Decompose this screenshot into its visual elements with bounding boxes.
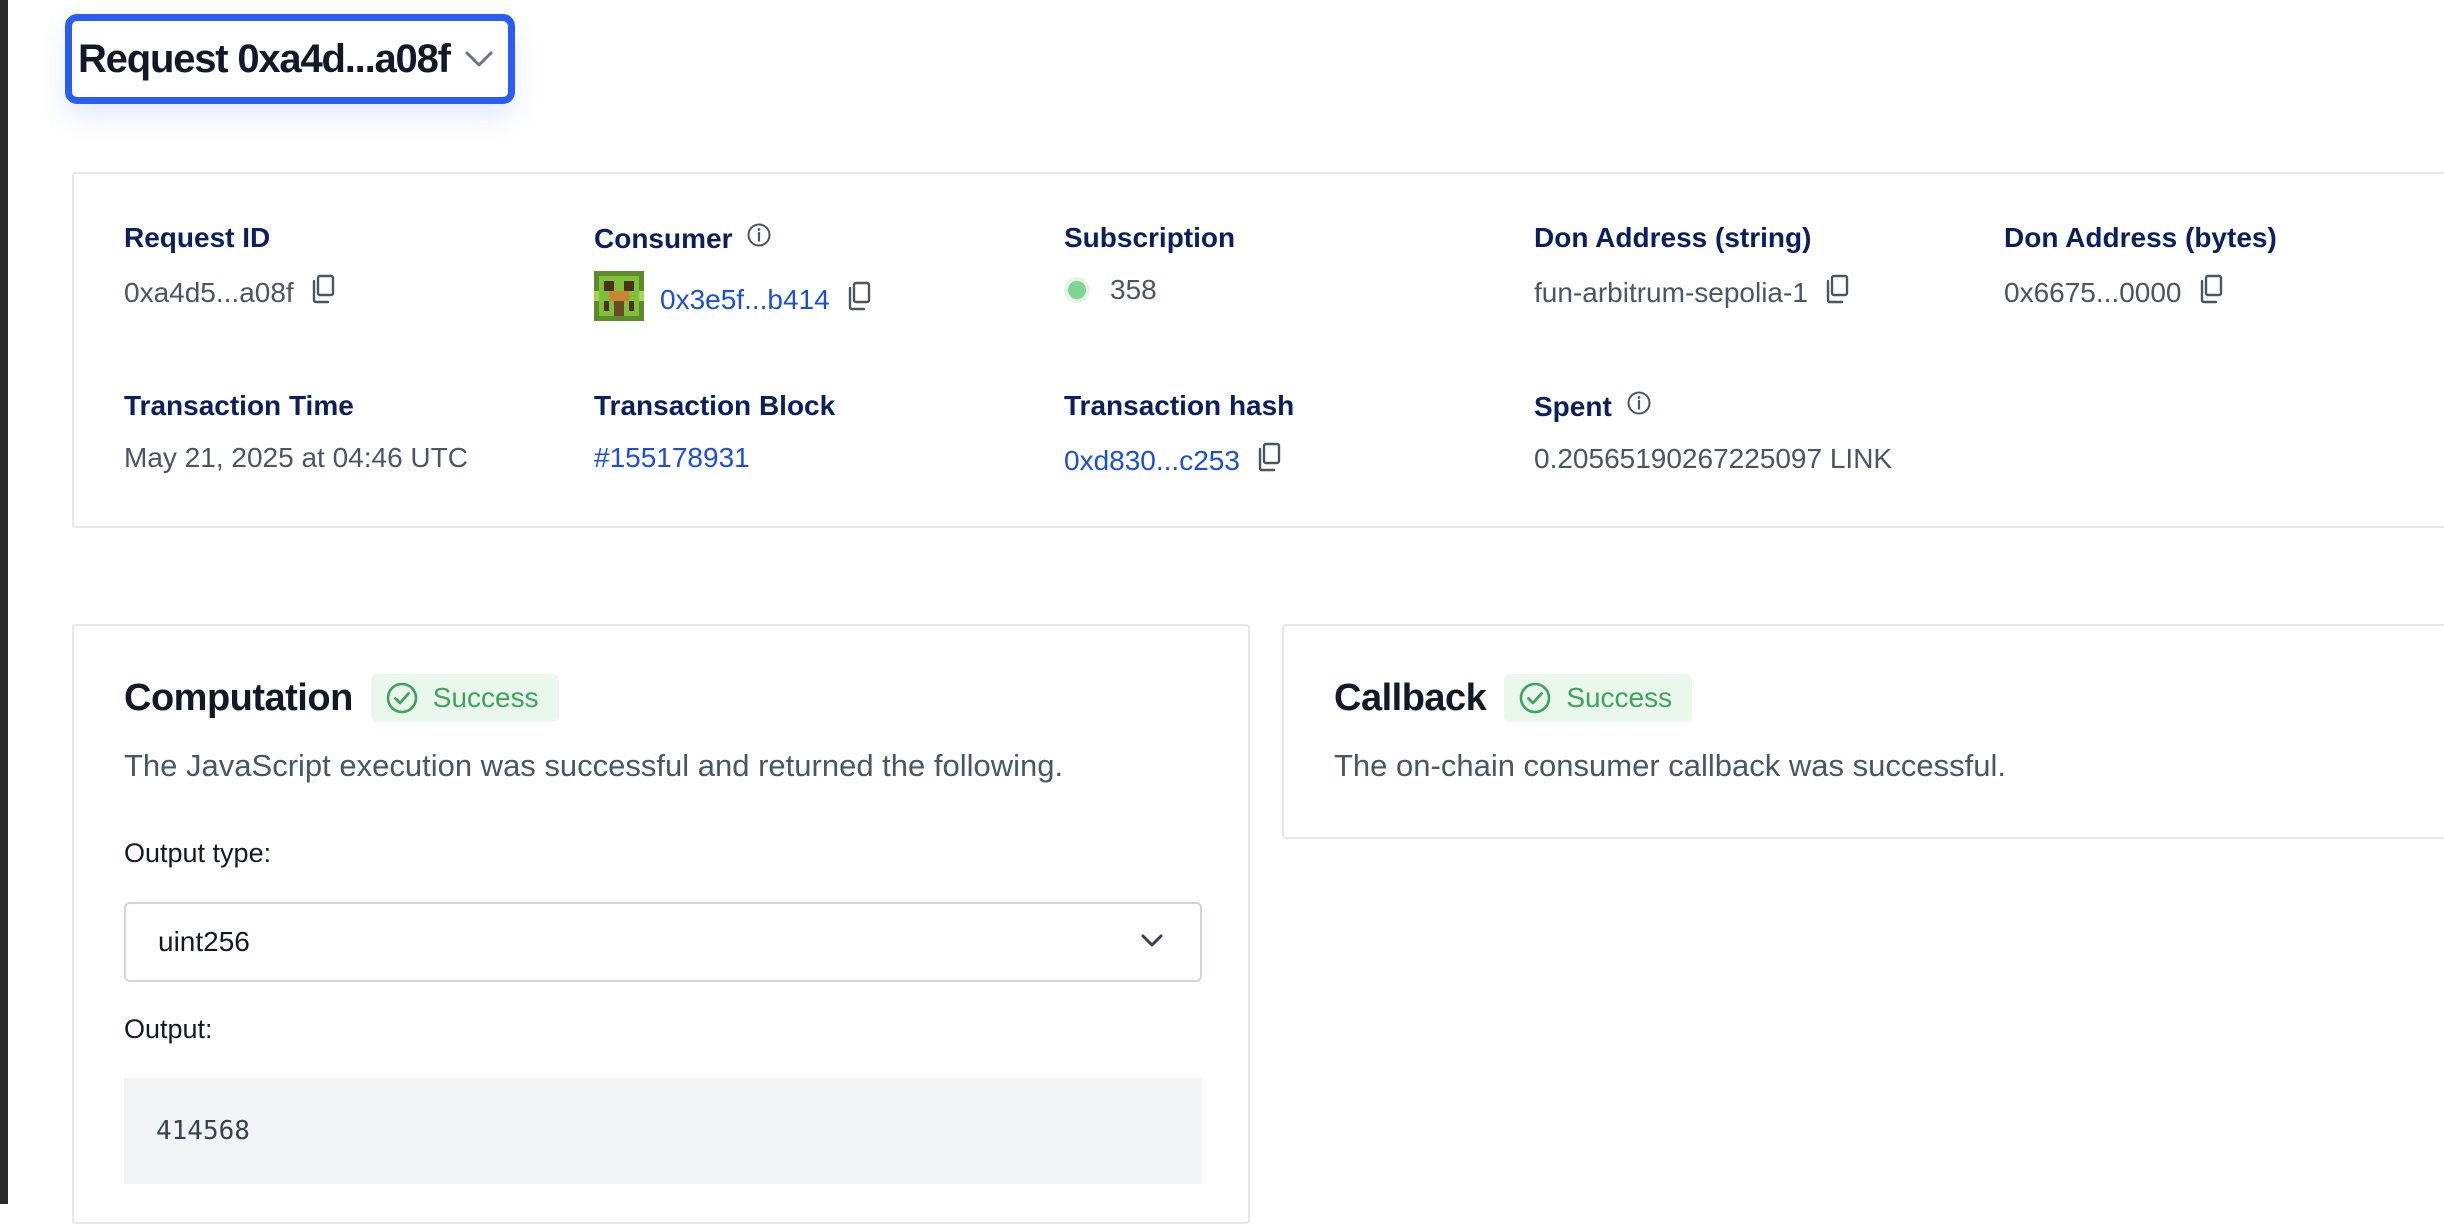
consumer-field: Consumer 0x3e5f...b414 <box>594 222 872 328</box>
request-title: Request 0xa4d...a08f <box>78 36 451 81</box>
request-id-value: 0xa4d5...a08f <box>124 276 294 308</box>
callback-description: The on-chain consumer callback was succe… <box>1334 748 2006 783</box>
info-icon[interactable] <box>746 222 772 255</box>
transaction-hash-link[interactable]: 0xd830...c253 <box>1064 445 1240 477</box>
request-selector[interactable]: Request 0xa4d...a08f <box>65 14 515 104</box>
transaction-time-field: Transaction Time May 21, 2025 at 04:46 U… <box>124 390 468 474</box>
subscription-label: Subscription <box>1064 222 1236 253</box>
output-value-box: 414568 <box>124 1078 1202 1184</box>
output-label: Output: <box>124 1014 213 1044</box>
chevron-down-icon <box>464 49 494 74</box>
computation-description: The JavaScript execution was successful … <box>124 748 1064 783</box>
transaction-block-link[interactable]: #155178931 <box>594 442 750 474</box>
request-id-label: Request ID <box>124 222 271 253</box>
transaction-hash-field: Transaction hash 0xd830...c253 <box>1064 390 1294 479</box>
computation-card: Computation Success The JavaScript execu… <box>72 624 1250 1224</box>
status-badge-text: Success <box>432 682 539 713</box>
copy-icon[interactable] <box>1256 442 1282 479</box>
copy-icon[interactable] <box>310 274 336 311</box>
computation-title: Computation <box>124 676 353 719</box>
callback-title: Callback <box>1334 676 1487 719</box>
subscription-value: 358 <box>1110 274 1157 305</box>
consumer-address-link[interactable]: 0x3e5f...b414 <box>660 284 830 316</box>
don-address-string-label: Don Address (string) <box>1534 222 1812 253</box>
output-value: 414568 <box>156 1116 250 1146</box>
copy-icon[interactable] <box>2198 274 2224 311</box>
don-address-string-field: Don Address (string) fun-arbitrum-sepoli… <box>1534 222 1850 311</box>
consumer-label: Consumer <box>594 222 733 254</box>
spent-field: Spent 0.20565190267225097 LINK <box>1534 390 1892 475</box>
callback-card: Callback Success The on-chain consumer c… <box>1282 624 2444 839</box>
transaction-time-value: May 21, 2025 at 04:46 UTC <box>124 442 468 473</box>
spent-value: 0.20565190267225097 LINK <box>1534 443 1893 474</box>
output-type-label: Output type: <box>124 838 272 868</box>
request-id-field: Request ID 0xa4d5...a08f <box>124 222 336 311</box>
output-type-select[interactable]: uint256 <box>124 902 1202 982</box>
spent-label: Spent <box>1534 390 1612 422</box>
don-address-string-value: fun-arbitrum-sepolia-1 <box>1534 276 1808 308</box>
copy-icon[interactable] <box>1824 274 1850 311</box>
don-address-bytes-value: 0x6675...0000 <box>2004 276 2182 308</box>
subscription-field: Subscription 358 <box>1064 222 1235 306</box>
info-icon[interactable] <box>1626 390 1652 423</box>
chevron-down-icon <box>1140 932 1164 953</box>
don-address-bytes-label: Don Address (bytes) <box>2004 222 2277 253</box>
transaction-block-label: Transaction Block <box>594 390 836 421</box>
status-badge-text: Success <box>1566 682 1673 713</box>
transaction-block-field: Transaction Block #155178931 <box>594 390 835 474</box>
copy-icon[interactable] <box>846 281 872 318</box>
check-circle-icon <box>386 682 418 714</box>
status-dot <box>1064 277 1090 303</box>
request-details-panel: Request ID 0xa4d5...a08f Consumer 0x3e5f… <box>72 172 2444 528</box>
consumer-avatar <box>594 271 644 328</box>
transaction-hash-label: Transaction hash <box>1064 390 1295 421</box>
status-badge: Success <box>370 674 559 722</box>
output-type-value: uint256 <box>158 926 250 957</box>
check-circle-icon <box>1520 682 1551 714</box>
don-address-bytes-field: Don Address (bytes) 0x6675...0000 <box>2004 222 2277 311</box>
window-edge <box>0 0 8 1204</box>
status-badge: Success <box>1504 674 1693 722</box>
transaction-time-label: Transaction Time <box>124 390 354 421</box>
